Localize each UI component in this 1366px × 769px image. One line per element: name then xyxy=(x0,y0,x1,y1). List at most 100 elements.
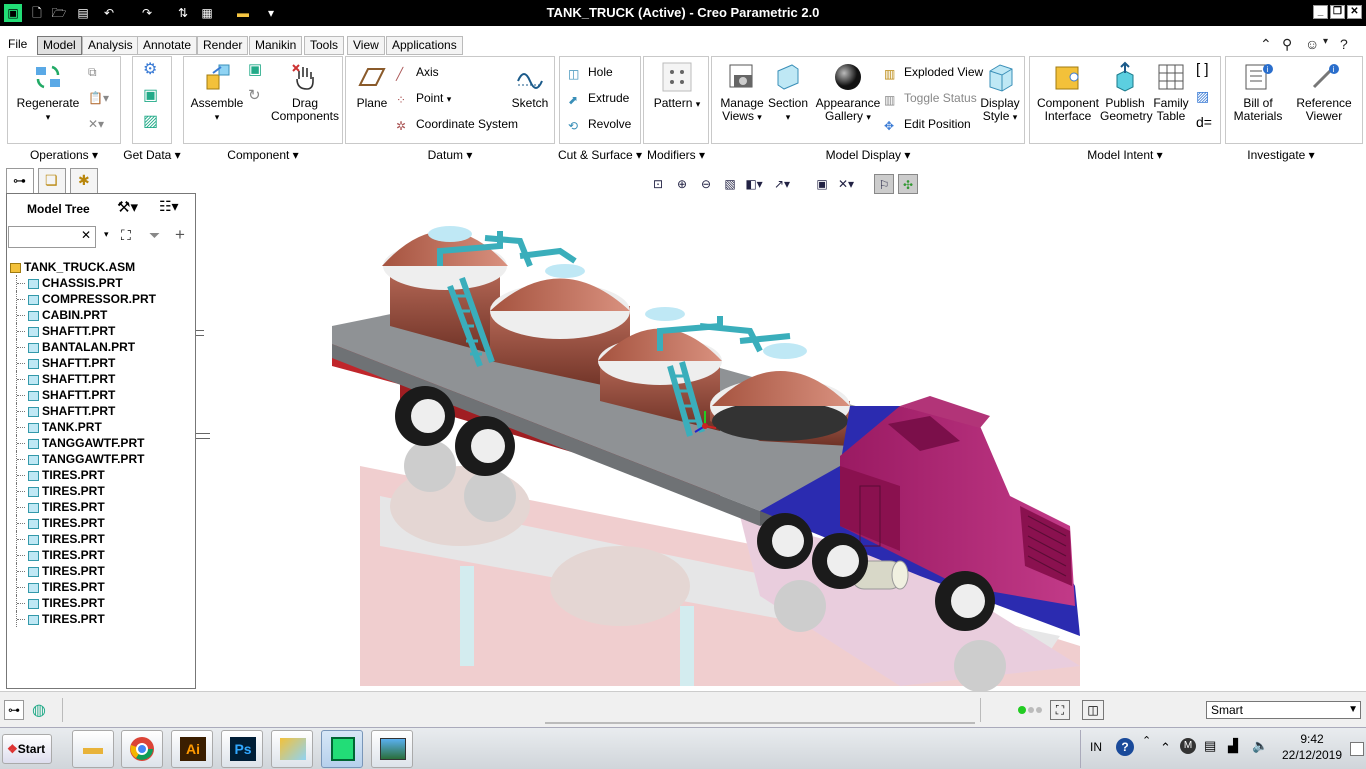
tray-arrow-icon[interactable]: ⌃ xyxy=(1160,740,1171,756)
hole-button[interactable]: ◫ Hole xyxy=(568,63,613,81)
group-label-modifiers[interactable]: Modifiers ▾ xyxy=(643,148,709,162)
parameters-icon[interactable]: [ ] xyxy=(1196,61,1209,79)
drag-components-button[interactable]: Drag Components xyxy=(270,61,340,123)
tree-item[interactable]: TIRES.PRT xyxy=(10,467,194,483)
clear-search-icon[interactable]: ✕ xyxy=(81,228,91,242)
group-label-component[interactable]: Component ▾ xyxy=(183,148,343,162)
create-component-icon[interactable]: ▣ xyxy=(248,61,262,79)
section-button[interactable]: Section ▾ xyxy=(768,61,808,124)
coordinate-system-button[interactable]: ✲ Coordinate System xyxy=(396,115,518,133)
taskbar-creo[interactable] xyxy=(321,730,363,768)
tree-item[interactable]: TIRES.PRT xyxy=(10,611,194,627)
dropdown-icon[interactable]: ▾ xyxy=(1323,36,1328,47)
group-label-investigate[interactable]: Investigate ▾ xyxy=(1225,148,1337,162)
tree-item[interactable]: TANGGAWTF.PRT xyxy=(10,451,194,467)
relations-icon[interactable]: ▨ xyxy=(1196,87,1209,105)
exploded-view-button[interactable]: ▥ Exploded View xyxy=(884,63,983,81)
search-dropdown-icon[interactable]: ▾ xyxy=(104,229,109,240)
clock-time[interactable]: 9:42 xyxy=(1284,732,1340,746)
tree-item[interactable]: CHASSIS.PRT xyxy=(10,275,194,291)
group-label-operations[interactable]: Operations ▾ xyxy=(7,148,121,162)
tree-item[interactable]: SHAFTT.PRT xyxy=(10,387,194,403)
tree-item[interactable]: COMPRESSOR.PRT xyxy=(10,291,194,307)
tree-item[interactable]: SHAFTT.PRT xyxy=(10,403,194,419)
d-equals-button[interactable]: d= xyxy=(1196,113,1212,131)
tray-expand-icon[interactable]: ⌃ xyxy=(1142,734,1151,747)
bill-of-materials-button[interactable]: i Bill of Materials xyxy=(1228,61,1288,123)
graphics-viewport[interactable]: ⊡ ⊕ ⊖ ▧ ◧▾ ↗▾ ▣ ✕▾ ⚐ ✣ xyxy=(200,166,1366,691)
plane-button[interactable]: Plane xyxy=(348,61,396,110)
taskbar-photoshop[interactable]: Ps xyxy=(221,730,263,768)
taskbar-explorer[interactable]: ▬ xyxy=(72,730,114,768)
volume-icon[interactable]: 🔈 xyxy=(1252,738,1268,754)
taskbar-chrome[interactable] xyxy=(121,730,163,768)
sketch-button[interactable]: Sketch xyxy=(508,61,552,110)
toggle-status-button[interactable]: ▥ Toggle Status xyxy=(884,89,977,107)
restore-button[interactable]: ❐ xyxy=(1330,5,1345,19)
revolve-button[interactable]: ⟲ Revolve xyxy=(568,115,631,133)
regenerate-button[interactable]: Regenerate ▾ xyxy=(12,61,84,124)
pattern-button[interactable]: Pattern ▾ xyxy=(648,61,706,111)
paste-icon[interactable]: 📋▾ xyxy=(88,89,109,107)
community-icon[interactable]: ☺ xyxy=(1305,36,1319,52)
copy-icon[interactable]: ⧉ xyxy=(88,63,97,81)
axis-button[interactable]: ╱ Axis xyxy=(396,63,439,81)
find-icon[interactable]: ⛶ xyxy=(1050,700,1070,720)
tree-item[interactable]: TIRES.PRT xyxy=(10,547,194,563)
display-style-button[interactable]: Display Style ▾ xyxy=(978,61,1022,124)
tab-render[interactable]: Render xyxy=(197,36,249,55)
manage-views-button[interactable]: Manage Views ▾ xyxy=(716,61,768,124)
clock-date[interactable]: 22/12/2019 xyxy=(1278,748,1346,762)
tab-folder-browser[interactable]: ❏ xyxy=(38,168,66,194)
tree-item[interactable]: TIRES.PRT xyxy=(10,483,194,499)
show-desktop-icon[interactable] xyxy=(1350,742,1364,756)
tree-item[interactable]: TIRES.PRT xyxy=(10,579,194,595)
settings-tools-icon[interactable]: ⚒▾ xyxy=(117,198,138,216)
tree-item[interactable]: SHAFTT.PRT xyxy=(10,355,194,371)
tab-manikin[interactable]: Manikin xyxy=(249,36,303,55)
group-label-model-display[interactable]: Model Display ▾ xyxy=(711,148,1025,162)
group-label-cut-surface[interactable]: Cut & Surface ▾ xyxy=(556,148,644,162)
component-interface-button[interactable]: Component Interface xyxy=(1034,61,1102,123)
tree-item[interactable]: TIRES.PRT xyxy=(10,563,194,579)
tab-model[interactable]: Model xyxy=(37,36,82,55)
minimize-ribbon-icon[interactable]: ⌃ xyxy=(1260,36,1272,53)
help-tray-icon[interactable]: ? xyxy=(1116,738,1134,756)
tree-item[interactable]: CABIN.PRT xyxy=(10,307,194,323)
copy-geometry-icon[interactable]: ▣ xyxy=(143,87,158,105)
minimize-button[interactable]: _ xyxy=(1313,5,1328,19)
tab-annotate[interactable]: Annotate xyxy=(137,36,198,55)
help-icon[interactable]: ? xyxy=(1340,36,1348,52)
tree-item[interactable]: TIRES.PRT xyxy=(10,531,194,547)
taskbar-app[interactable] xyxy=(271,730,313,768)
tab-model-tree[interactable]: ⊶ xyxy=(6,168,34,194)
edit-position-button[interactable]: ✥ Edit Position xyxy=(884,115,971,133)
shrinkwrap-icon[interactable]: ▨ xyxy=(143,113,158,131)
language-indicator[interactable]: IN xyxy=(1090,740,1102,754)
publish-geometry-button[interactable]: Publish Geometry xyxy=(1100,61,1153,123)
tree-item[interactable]: SHAFTT.PRT xyxy=(10,323,194,339)
tab-analysis[interactable]: Analysis xyxy=(82,36,139,55)
tab-applications[interactable]: Applications xyxy=(386,36,463,55)
tab-favorites[interactable]: ✱ xyxy=(70,168,98,194)
tray-app-icon[interactable]: M xyxy=(1180,738,1196,754)
tree-item[interactable]: TIRES.PRT xyxy=(10,499,194,515)
splitter-handle-2[interactable] xyxy=(196,433,210,439)
tree-item[interactable]: BANTALAN.PRT xyxy=(10,339,194,355)
start-button[interactable]: ❖Start xyxy=(2,734,52,764)
group-label-get-data[interactable]: Get Data ▾ xyxy=(120,148,184,162)
network-icon[interactable]: ▟ xyxy=(1228,738,1238,754)
tray-device-icon[interactable]: ▤ xyxy=(1204,738,1216,754)
browser-globe-icon[interactable]: ◍ xyxy=(32,700,46,720)
filter-icon[interactable]: ⏷ xyxy=(149,227,160,244)
selection-box-icon[interactable]: ◫ xyxy=(1082,700,1104,720)
search-icon[interactable]: ⚲ xyxy=(1282,36,1292,53)
add-column-icon[interactable]: + xyxy=(175,225,185,245)
reference-viewer-button[interactable]: i Reference Viewer xyxy=(1288,61,1360,123)
tab-file[interactable]: File xyxy=(3,36,32,55)
appearance-gallery-button[interactable]: Appearance Gallery ▾ xyxy=(812,61,884,124)
point-button[interactable]: ⁘ Point ▾ xyxy=(396,89,451,107)
taskbar-image-viewer[interactable] xyxy=(371,730,413,768)
taskbar-illustrator[interactable]: Ai xyxy=(171,730,213,768)
tab-view[interactable]: View xyxy=(347,36,385,55)
